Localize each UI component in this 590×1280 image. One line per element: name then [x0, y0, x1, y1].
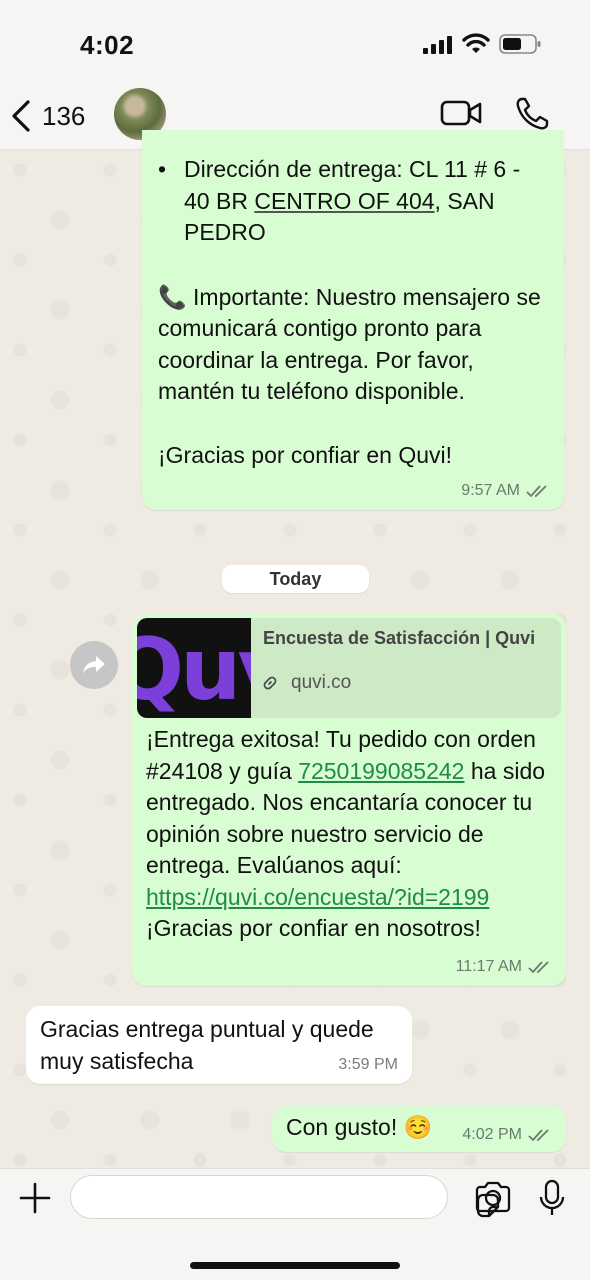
- message-bubble-last[interactable]: Con gusto! ☺️ 4:02 PM: [272, 1106, 566, 1152]
- cellular-signal-icon: [423, 36, 452, 54]
- thanks-text: ¡Gracias por confiar en Quvi!: [158, 441, 453, 468]
- message-meta: 9:57 AM: [461, 482, 550, 500]
- tracking-number-link[interactable]: 7250199085242: [298, 758, 464, 784]
- link-preview-thumbnail: Quv: [137, 618, 251, 718]
- wifi-icon: [462, 33, 490, 53]
- message-bubble-order-details[interactable]: • Dirección de entrega: CL 11 # 6 - 40 B…: [142, 130, 564, 510]
- battery-icon: [499, 34, 541, 54]
- brand-logo: Quv: [137, 620, 251, 718]
- message-time: 9:57 AM: [461, 482, 520, 499]
- forward-arrow-icon: [83, 656, 105, 674]
- last-message-text: Con gusto! ☺️: [286, 1114, 433, 1140]
- status-time: 4:02: [80, 30, 135, 60]
- double-check-icon: [528, 1129, 549, 1142]
- composer-bar: [0, 1168, 590, 1280]
- important-note: 📞 Importante: Nuestro mensajero se comun…: [158, 282, 548, 408]
- double-check-icon: [528, 961, 549, 974]
- back-button[interactable]: 136: [10, 96, 85, 136]
- message-bubble-incoming[interactable]: Gracias entrega puntual y quede muy sati…: [26, 1006, 412, 1084]
- important-text: Importante: Nuestro mensajero se comunic…: [158, 283, 541, 405]
- link-preview-domain: quvi.co: [291, 672, 352, 693]
- list-item: • Dirección de entrega: CL 11 # 6 - 40 B…: [158, 154, 548, 249]
- delivery-address-highlight[interactable]: CENTRO OF 404: [254, 188, 434, 214]
- home-indicator: [190, 1262, 400, 1269]
- message-input[interactable]: [70, 1175, 500, 1219]
- survey-link[interactable]: https://quvi.co/encuesta/?id=2199: [146, 884, 489, 910]
- link-preview-title: Encuesta de Satisfacción | Quvi: [263, 628, 536, 648]
- voice-call-icon[interactable]: [514, 96, 550, 132]
- message-meta: 3:59 PM: [338, 1056, 398, 1074]
- bullet-dot: •: [158, 156, 167, 182]
- status-bar: 4:02: [0, 0, 590, 86]
- message-time: 11:17 AM: [455, 958, 522, 975]
- message-meta: 11:17 AM: [456, 958, 552, 976]
- double-check-icon: [526, 485, 547, 498]
- link-preview-card[interactable]: Quv Encuesta de Satisfacción | Quvi quvi…: [137, 618, 561, 718]
- link-preview-domain-row: quvi.co: [263, 672, 351, 694]
- microphone-icon[interactable]: [538, 1179, 566, 1217]
- survey-text-end: ¡Gracias por confiar en nosotros!: [146, 915, 481, 941]
- message-meta: 4:02 PM: [462, 1126, 552, 1144]
- unread-count: 136: [42, 100, 86, 131]
- chevron-left-icon: [12, 100, 30, 132]
- phone-emoji-icon: 📞: [158, 283, 187, 310]
- link-icon: [263, 676, 277, 690]
- video-call-icon[interactable]: [440, 98, 482, 128]
- forward-button[interactable]: [70, 641, 118, 689]
- plus-icon[interactable]: [18, 1181, 52, 1215]
- date-separator: Today: [222, 565, 369, 593]
- message-time: 3:59 PM: [338, 1056, 398, 1073]
- camera-icon[interactable]: [474, 1181, 512, 1213]
- message-time: 4:02 PM: [462, 1126, 522, 1143]
- message-bubble-survey[interactable]: Quv Encuesta de Satisfacción | Quvi quvi…: [132, 614, 566, 986]
- survey-message-text: ¡Entrega exitosa! Tu pedido con orden #2…: [146, 724, 556, 945]
